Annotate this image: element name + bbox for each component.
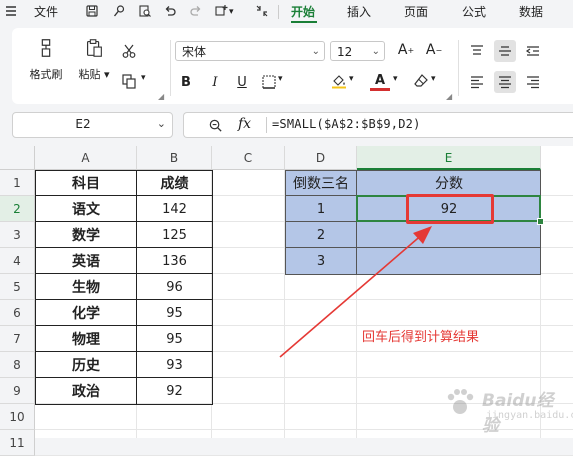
watermark: Baidu经验 jingyan.baidu.com bbox=[438, 380, 573, 436]
annotation-arrow bbox=[279, 226, 432, 358]
paw-logo-icon bbox=[447, 389, 474, 414]
arrow-head bbox=[413, 226, 432, 244]
arrow-line bbox=[279, 232, 425, 358]
watermark-url: jingyan.baidu.com bbox=[486, 410, 573, 421]
